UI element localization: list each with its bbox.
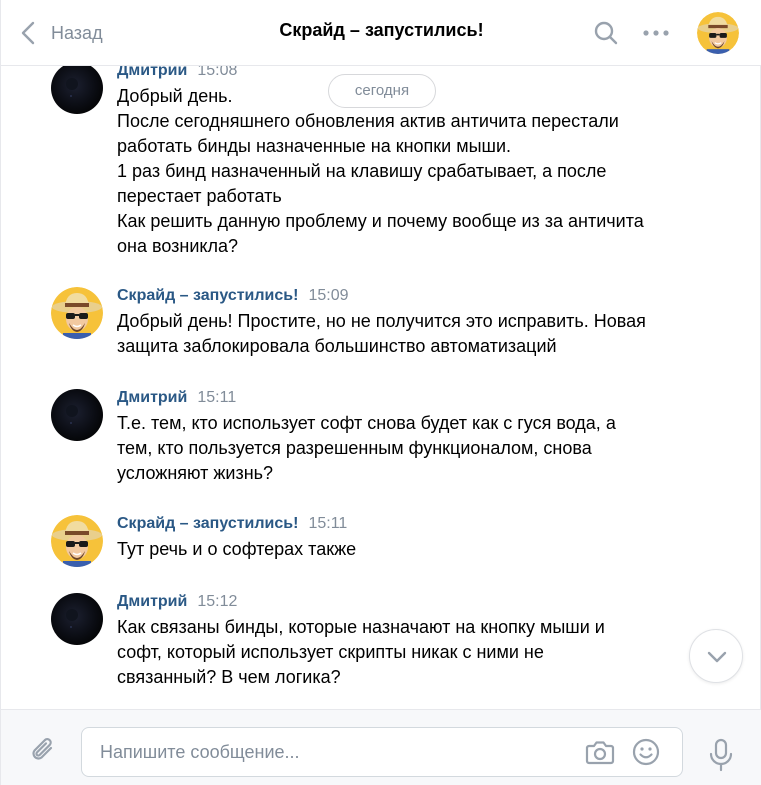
message-composer — [1, 709, 761, 785]
sender-avatar[interactable] — [51, 515, 103, 567]
message-text: Как связаны бинды, которые назначают на … — [117, 615, 697, 690]
message-text: Тут речь и о софтерах также — [117, 537, 697, 562]
message-line: Тут речь и о софтерах также — [117, 539, 357, 559]
message-line: работать бинды назначенные на кнопки мыш… — [117, 136, 512, 156]
message-line: она возникла? — [117, 236, 238, 256]
message-input[interactable] — [82, 728, 572, 776]
message-time: 15:11 — [197, 389, 237, 406]
scroll-down-button[interactable] — [689, 629, 743, 683]
more-icon[interactable] — [641, 23, 671, 43]
chat-header: Назад Скрайд – запустились! — [1, 0, 761, 66]
message-line: После сегодняшнего обновления актив анти… — [117, 111, 619, 131]
chat-avatar[interactable] — [697, 12, 739, 54]
message-line: перестает работать — [117, 186, 282, 206]
message-line: тем, кто пользуется разрешенным функцион… — [117, 438, 592, 458]
camera-icon[interactable] — [585, 738, 615, 766]
smile-icon[interactable] — [631, 737, 661, 767]
chat-window: Назад Скрайд – запустились! сегодня Дмит… — [0, 0, 761, 785]
message-line: защита заблокировала большинство автомат… — [117, 336, 557, 356]
message-author[interactable]: Дмитрий — [117, 593, 187, 610]
message-input-box[interactable] — [81, 727, 683, 777]
sender-avatar[interactable] — [51, 593, 103, 645]
message-time: 15:11 — [308, 515, 348, 532]
message-line: 1 раз бинд назначенный на клавишу срабат… — [117, 161, 607, 181]
message-time: 15:12 — [197, 593, 238, 610]
message-line: Как связаны бинды, которые назначают на … — [117, 617, 605, 637]
chevron-down-icon — [707, 651, 727, 663]
microphone-icon[interactable] — [707, 738, 735, 772]
sender-avatar[interactable] — [51, 66, 103, 114]
date-divider: сегодня — [328, 74, 436, 108]
message-author[interactable]: Дмитрий — [117, 66, 187, 79]
message-text: Добрый день! Простите, но не получится э… — [117, 309, 697, 359]
message-time: 15:09 — [308, 287, 349, 304]
message-line: софт, который использует скрипты никак с… — [117, 642, 544, 662]
message-author[interactable]: Дмитрий — [117, 389, 187, 406]
message-time: 15:08 — [197, 66, 238, 79]
sender-avatar[interactable] — [51, 389, 103, 441]
message-line: Добрый день! Простите, но не получится э… — [117, 311, 646, 331]
message-author[interactable]: Скрайд – запустились! — [117, 515, 298, 532]
paperclip-icon[interactable] — [27, 734, 59, 766]
search-icon[interactable] — [593, 20, 619, 46]
message-line: усложняют жизнь? — [117, 463, 274, 483]
message-line: связанный? В чем логика? — [117, 667, 341, 687]
message-author[interactable]: Скрайд – запустились! — [117, 287, 298, 304]
message-text: Добрый день. После сегодняшнего обновлен… — [117, 84, 697, 259]
message-line: Как решить данную проблему и почему вооб… — [117, 211, 644, 231]
message-text: Т.е. тем, кто использует софт снова буде… — [117, 411, 697, 486]
message-list[interactable]: сегодня Дмитрий 15:08 Добрый день. После … — [1, 66, 761, 709]
message-line: Т.е. тем, кто использует софт снова буде… — [117, 413, 616, 433]
sender-avatar[interactable] — [51, 287, 103, 339]
